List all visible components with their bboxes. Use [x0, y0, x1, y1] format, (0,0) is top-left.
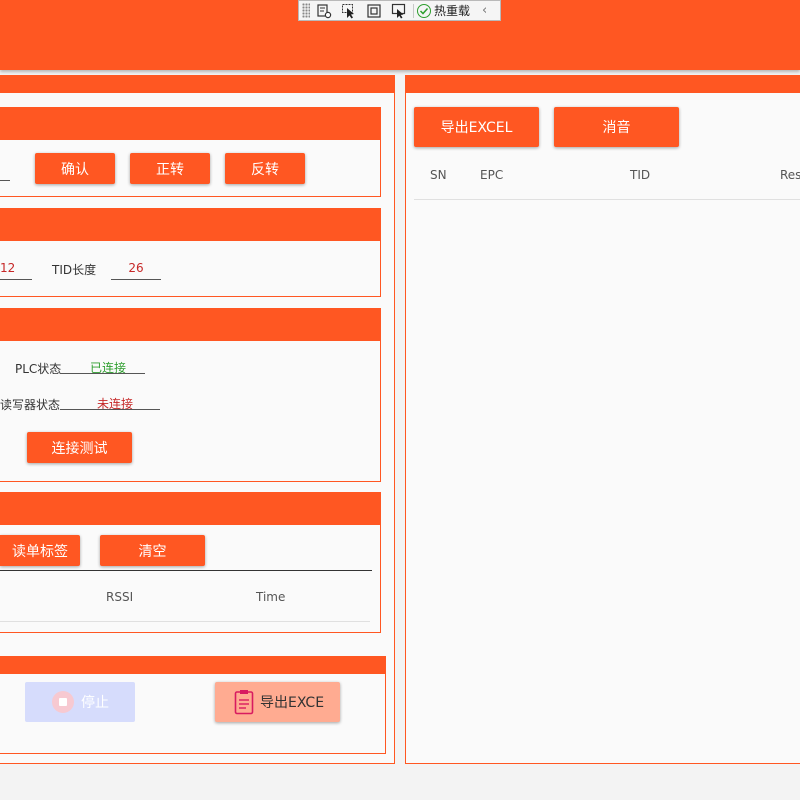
epc-length-value[interactable]: 12 [0, 261, 15, 275]
stop-button[interactable]: 停止 [25, 682, 135, 722]
right-panel [405, 75, 800, 764]
column-header-time: Time [256, 590, 286, 604]
tid-length-value[interactable]: 26 [111, 261, 161, 275]
epc-length-underline [0, 279, 32, 280]
single-read-header-divider [0, 621, 370, 622]
forward-button[interactable]: 正转 [130, 153, 210, 184]
tid-length-label: TID长度 [52, 263, 97, 277]
collapse-toolbar-chevron-icon[interactable]: ‹ [482, 3, 487, 18]
left-panel-header [0, 76, 394, 93]
plc-status-underline [60, 373, 145, 374]
column-header-epc: EPC [480, 168, 504, 182]
debug-toolbar: 热重载 ‹ [298, 0, 501, 21]
tid-length-underline [111, 279, 161, 280]
select-element-icon[interactable] [338, 2, 360, 20]
clear-button[interactable]: 清空 [100, 535, 205, 566]
test-connection-button[interactable]: 连接测试 [27, 432, 132, 463]
read-single-tag-button[interactable]: 读单标签 [0, 535, 80, 566]
toolbar-separator [413, 3, 414, 18]
display-adorners-icon[interactable] [363, 2, 385, 20]
export-excel-button[interactable]: 导出EXCEL [414, 107, 539, 147]
direction-card-header [0, 108, 380, 140]
length-card-header [0, 209, 380, 241]
column-header-rssi: RSSI [106, 590, 134, 604]
right-panel-header [406, 76, 800, 93]
column-header-res: Res [780, 168, 800, 182]
hot-reload-label[interactable]: 热重载 [434, 2, 470, 19]
reverse-button[interactable]: 反转 [225, 153, 305, 184]
single-read-table-top-line [0, 570, 372, 571]
clipboard-icon [234, 689, 254, 715]
reader-status-label: 读写器状态 [0, 398, 61, 412]
hot-reload-check-icon[interactable] [417, 3, 431, 18]
single-read-card-header [0, 493, 380, 525]
confirm-button[interactable]: 确认 [35, 153, 115, 184]
direction-input-underline[interactable] [0, 180, 10, 181]
stop-button-label: 停止 [81, 695, 109, 711]
stop-icon [52, 691, 74, 713]
right-table-header-divider [414, 199, 800, 200]
track-focus-icon[interactable] [388, 2, 410, 20]
column-header-tid: TID [630, 168, 651, 182]
export-excel-bottom-label: 导出EXCE [260, 695, 325, 711]
live-visual-tree-icon[interactable] [313, 2, 335, 20]
plc-status-label: PLC状态 [15, 362, 62, 376]
reader-status-underline [60, 409, 160, 410]
export-excel-bottom-button[interactable]: 导出EXCE [215, 682, 340, 722]
mute-button[interactable]: 消音 [554, 107, 679, 147]
toolbar-grip[interactable] [302, 3, 310, 18]
bottom-card-header [0, 657, 385, 674]
column-header-sn: SN [430, 168, 447, 182]
length-card [0, 208, 381, 297]
status-card-header [0, 309, 380, 341]
